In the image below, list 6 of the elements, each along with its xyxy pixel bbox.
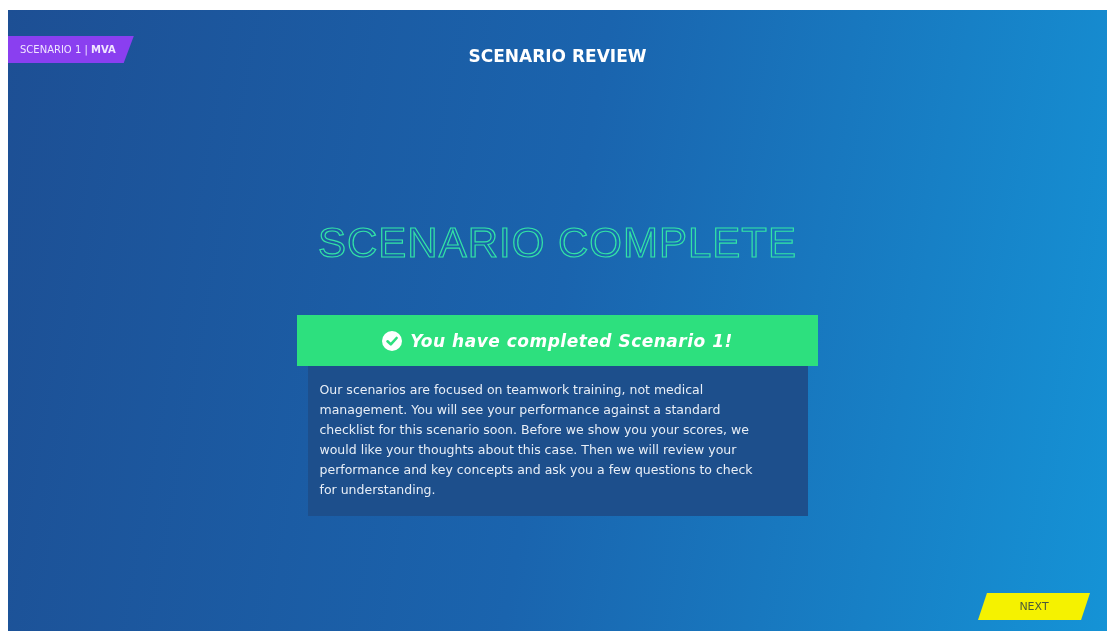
message-text: Our scenarios are focused on teamwork training, not medical management. You will see your performance against a standard checklist for this scenario soon. Before we show you your scores, we would like your thoughts about this case. Then we will review your performance and key concepts and ask you a few questions to check for understanding.	[319, 381, 754, 499]
next-button[interactable]: NEXT	[978, 593, 1090, 620]
scenario-tag: SCENARIO 1 | MVA	[8, 36, 134, 63]
banner-text: You have completed Scenario 1!	[410, 330, 733, 351]
screen-title: SCENARIO REVIEW	[468, 45, 647, 66]
completion-heading: SCENARIO COMPLETE	[317, 219, 798, 267]
